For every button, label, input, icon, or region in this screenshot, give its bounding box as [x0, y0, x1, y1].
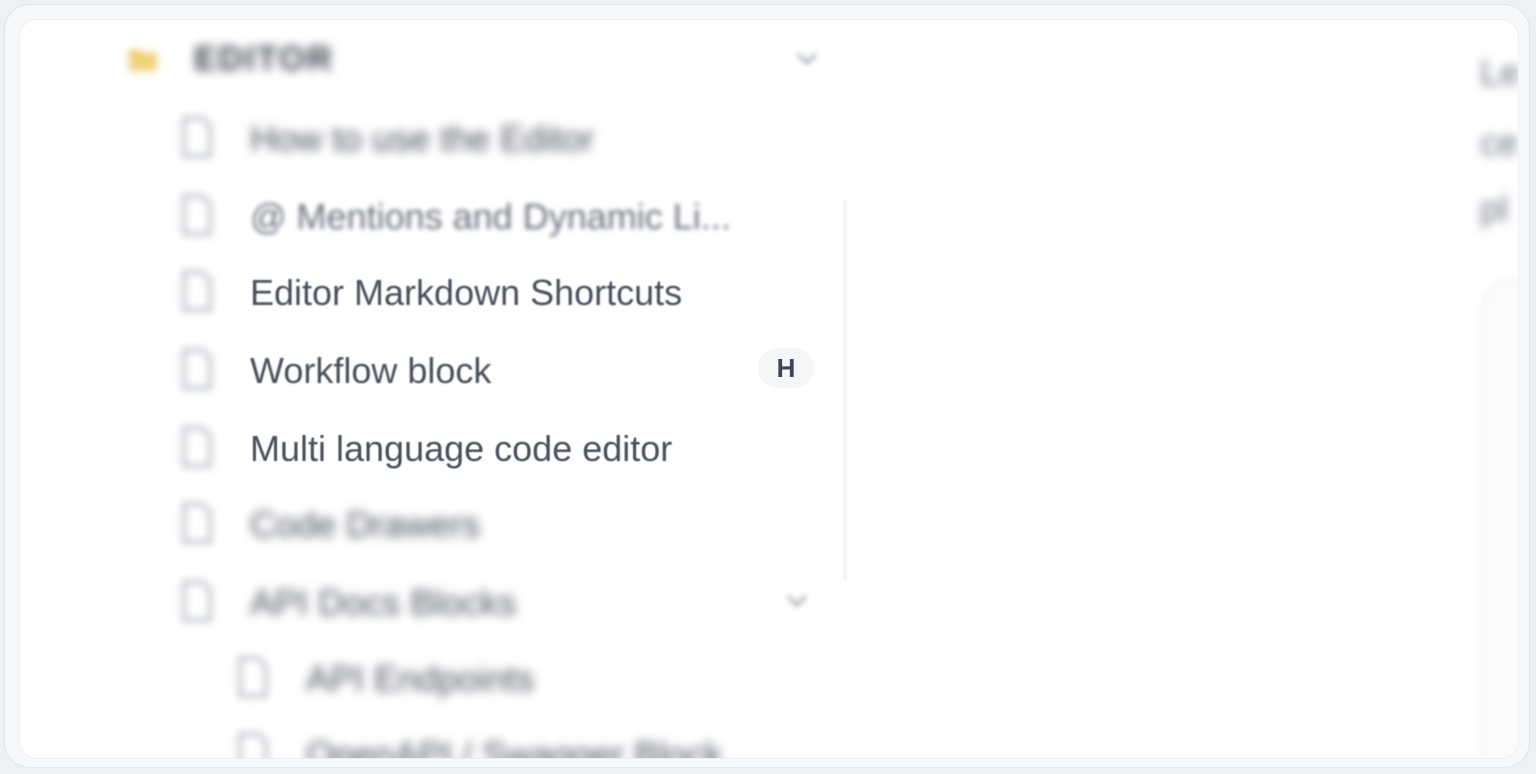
sidebar-item-label: How to use the Editor [250, 118, 595, 159]
sidebar-item-mentions[interactable]: @ Mentions and Dynamic Li... [180, 184, 830, 244]
document-icon [182, 348, 212, 390]
sidebar-item-api-docs-blocks[interactable]: API Docs Blocks [180, 570, 830, 630]
content-text-fragment: Le [1480, 52, 1519, 93]
sidebar-item-multi-language-code-editor[interactable]: Multi language code editor [180, 416, 830, 476]
document-icon [182, 580, 212, 622]
sidebar-divider [844, 200, 846, 580]
chevron-down-icon[interactable] [782, 586, 812, 616]
document-icon [238, 732, 268, 758]
document-icon [182, 116, 212, 158]
document-icon [182, 194, 212, 236]
content-text-fragment: ce [1480, 122, 1519, 163]
sidebar-item-label: Multi language code editor [250, 428, 673, 469]
sidebar-item-openapi-swagger-block[interactable]: OpenAPI / Swagger Block [236, 722, 886, 759]
sidebar-section-editor[interactable]: EDITOR [124, 34, 824, 86]
chevron-down-icon[interactable] [792, 44, 822, 74]
sidebar-item-markdown-shortcuts[interactable]: Editor Markdown Shortcuts [180, 260, 830, 320]
section-title: EDITOR [194, 40, 334, 78]
sidebar-item-label: API Endpoints [306, 658, 535, 699]
folder-icon [129, 50, 157, 71]
sidebar-item-code-drawers[interactable]: Code Drawers [180, 492, 830, 552]
sidebar-item-label: Code Drawers [250, 504, 481, 545]
document-icon [238, 656, 268, 698]
sidebar-item-workflow-block[interactable]: Workflow block [180, 338, 830, 398]
sidebar-item-label: Workflow block [250, 350, 492, 391]
sidebar-item-label: @ Mentions and Dynamic Li... [250, 196, 731, 237]
sidebar-item-api-endpoints[interactable]: API Endpoints [236, 646, 886, 706]
document-icon [182, 502, 212, 544]
sidebar-item-label: Editor Markdown Shortcuts [250, 272, 683, 313]
keyboard-shortcut-badge: H [758, 348, 814, 388]
document-icon [182, 426, 212, 468]
sidebar-item-label: API Docs Blocks [250, 582, 517, 623]
sidebar-item-how-to-use-editor[interactable]: How to use the Editor [180, 106, 830, 166]
app-frame: EDITOR How to use the Editor @ Mentions … [4, 4, 1530, 768]
sidebar: EDITOR How to use the Editor @ Mentions … [20, 20, 844, 758]
sidebar-item-label: OpenAPI / Swagger Block [306, 734, 723, 759]
content-text-fragment: pl [1480, 188, 1509, 229]
content-card [1482, 280, 1518, 758]
app-window: EDITOR How to use the Editor @ Mentions … [19, 19, 1519, 759]
document-icon [182, 270, 212, 312]
